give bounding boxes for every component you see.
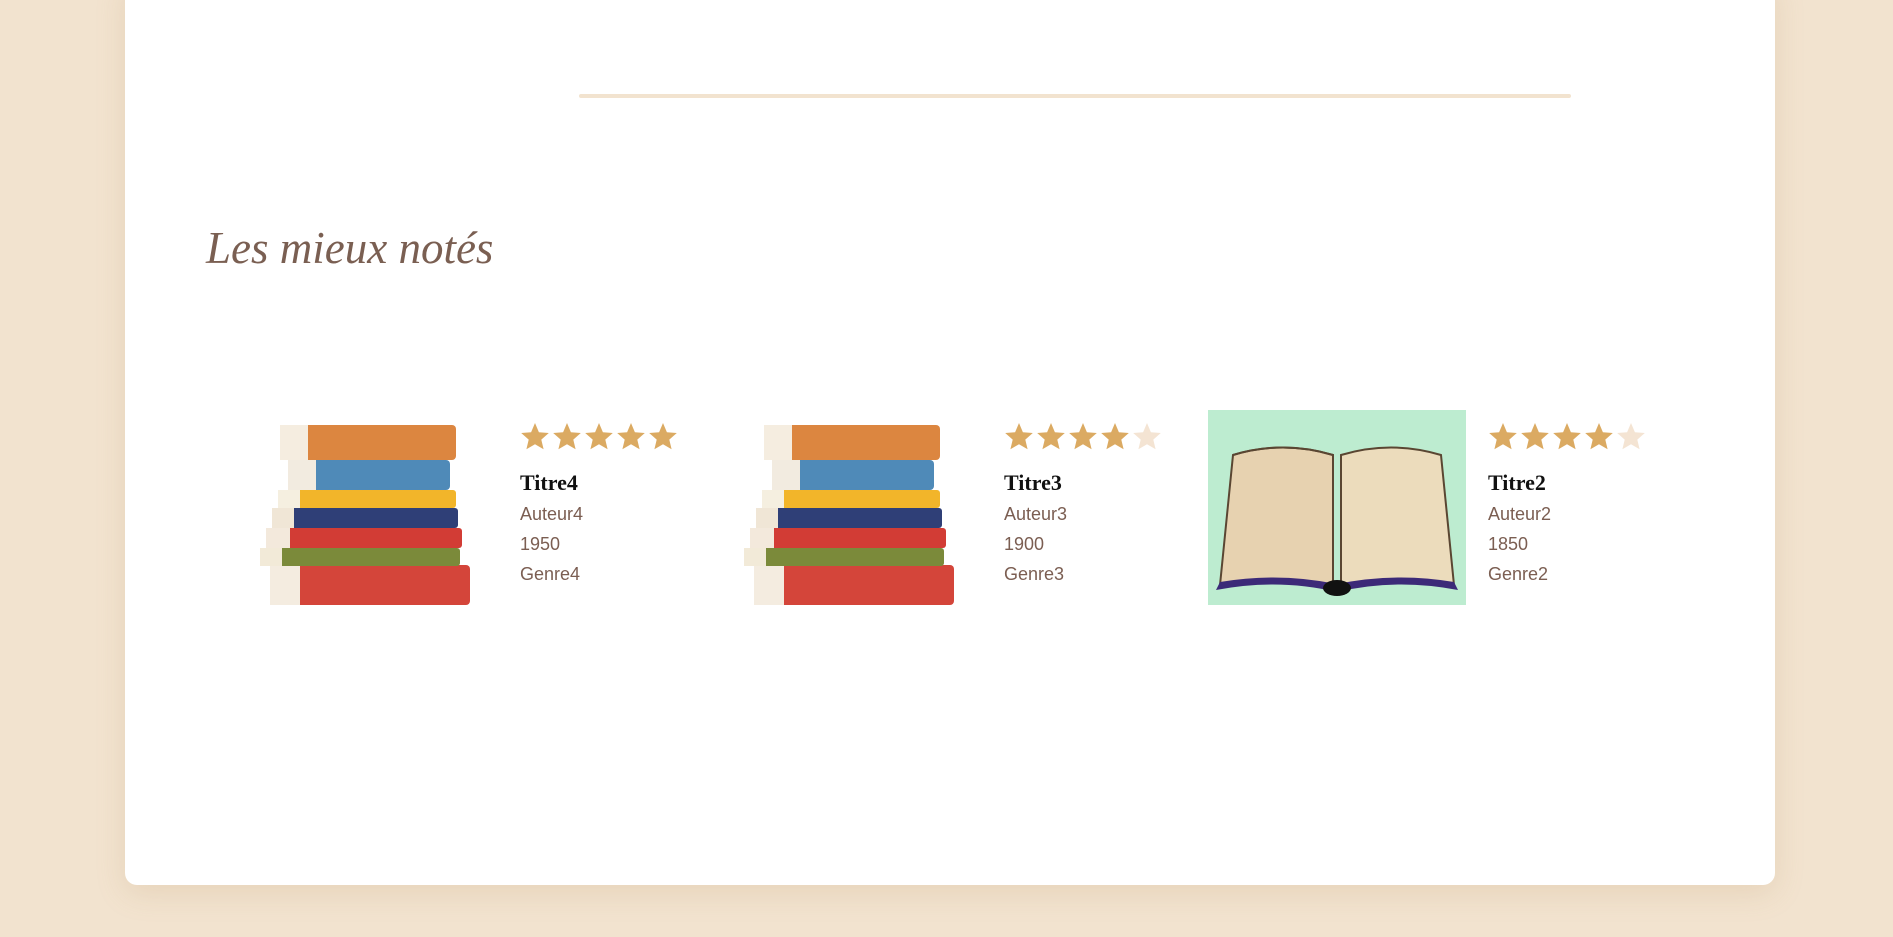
star-filled-icon [616, 422, 646, 456]
book-card[interactable]: Titre3 Auteur3 1900 Genre3 [734, 410, 1214, 620]
open-book-icon[interactable] [1208, 410, 1466, 615]
book-genre: Genre2 [1488, 564, 1549, 584]
rating-stars [1488, 422, 1688, 456]
star-filled-icon [1520, 422, 1550, 456]
section-title: Les mieux notés [206, 223, 494, 273]
star-filled-icon [1552, 422, 1582, 456]
rating-stars [1004, 422, 1204, 456]
book-title: Titre2 [1488, 470, 1546, 495]
star-empty-icon [1616, 422, 1646, 456]
book-genre: Genre4 [520, 564, 581, 584]
book-year: 1900 [1004, 534, 1045, 554]
book-author: Auteur3 [1004, 504, 1068, 524]
star-filled-icon [1004, 422, 1034, 456]
star-empty-icon [1132, 422, 1162, 456]
star-filled-icon [648, 422, 678, 456]
rating-stars [520, 422, 720, 456]
section-divider [579, 94, 1571, 98]
star-filled-icon [1100, 422, 1130, 456]
star-filled-icon [584, 422, 614, 456]
book-title: Titre3 [1004, 470, 1062, 495]
book-card[interactable]: Titre4 Auteur4 1950 Genre4 [250, 410, 730, 620]
book-year: 1950 [520, 534, 561, 554]
star-filled-icon [1584, 422, 1614, 456]
star-filled-icon [1036, 422, 1066, 456]
book-year: 1850 [1488, 534, 1529, 554]
book-stack-icon[interactable] [250, 410, 508, 615]
star-filled-icon [520, 422, 550, 456]
star-filled-icon [1488, 422, 1518, 456]
book-stack-icon[interactable] [734, 410, 992, 615]
star-filled-icon [552, 422, 582, 456]
book-title: Titre4 [520, 470, 578, 495]
book-author: Auteur2 [1488, 504, 1552, 524]
book-author: Auteur4 [520, 504, 584, 524]
book-card[interactable]: Titre2 Auteur2 1850 Genre2 [1208, 410, 1688, 620]
star-filled-icon [1068, 422, 1098, 456]
book-genre: Genre3 [1004, 564, 1065, 584]
